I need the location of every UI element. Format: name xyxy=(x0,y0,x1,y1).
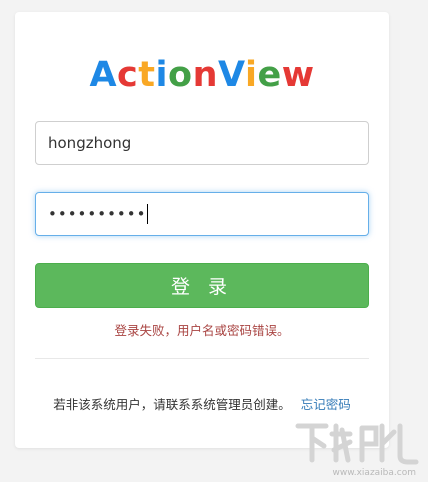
watermark-logo: www.xiazaiba.com xyxy=(290,420,422,478)
footer-note: 若非该系统用户，请联系系统管理员创建。 xyxy=(53,397,291,412)
logo-letter: V xyxy=(217,55,245,95)
footer-row: 若非该系统用户，请联系系统管理员创建。 忘记密码 xyxy=(15,394,389,413)
login-card: ActionView hongzhong •••••••••• 登 录 登录失败… xyxy=(15,12,389,448)
password-value: •••••••••• xyxy=(48,205,147,223)
username-input[interactable]: hongzhong xyxy=(35,121,369,165)
divider xyxy=(35,358,369,359)
app-logo: ActionView xyxy=(15,58,389,93)
logo-letter: t xyxy=(138,55,156,95)
text-caret xyxy=(147,204,149,224)
logo-letter: c xyxy=(117,55,139,95)
logo-letter: n xyxy=(192,55,218,95)
login-button[interactable]: 登 录 xyxy=(35,263,369,308)
password-input[interactable]: •••••••••• xyxy=(35,192,369,236)
logo-letter: A xyxy=(89,55,118,95)
watermark-domain: www.xiazaiba.com xyxy=(332,468,416,478)
logo-letter: e xyxy=(257,55,282,95)
error-message: 登录失败，用户名或密码错误。 xyxy=(114,323,290,338)
logo-letter: w xyxy=(281,55,315,95)
forgot-password-link[interactable]: 忘记密码 xyxy=(301,397,351,412)
logo-letter: i xyxy=(244,55,258,95)
username-value: hongzhong xyxy=(48,134,132,152)
logo-letter: o xyxy=(168,55,193,95)
logo-letter: i xyxy=(155,55,169,95)
